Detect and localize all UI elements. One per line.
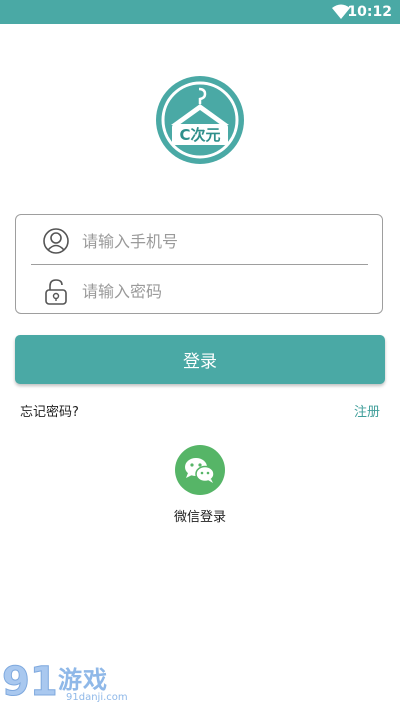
- login-form: [15, 214, 383, 314]
- login-button[interactable]: 登录: [15, 335, 385, 384]
- phone-row: [16, 215, 382, 265]
- app-logo: C次元: [155, 75, 245, 165]
- password-row: [16, 265, 382, 315]
- status-bar: 10:12: [0, 0, 400, 24]
- phone-input[interactable]: [80, 225, 374, 257]
- status-time: 10:12: [347, 4, 392, 20]
- svg-text:91: 91: [2, 659, 58, 705]
- register-link[interactable]: 注册: [354, 401, 380, 420]
- lock-icon: [45, 279, 67, 305]
- password-input[interactable]: [80, 275, 374, 307]
- watermark-site: 91danji.com: [66, 692, 128, 703]
- wechat-login-label: 微信登录: [173, 510, 226, 525]
- wechat-login-button[interactable]: [175, 445, 225, 495]
- forgot-password-link[interactable]: 忘记密码?: [20, 401, 79, 420]
- wechat-icon: [175, 445, 225, 495]
- watermark-title: 游戏: [58, 666, 108, 694]
- logo-text: C次元: [179, 126, 220, 144]
- user-icon: [43, 228, 69, 254]
